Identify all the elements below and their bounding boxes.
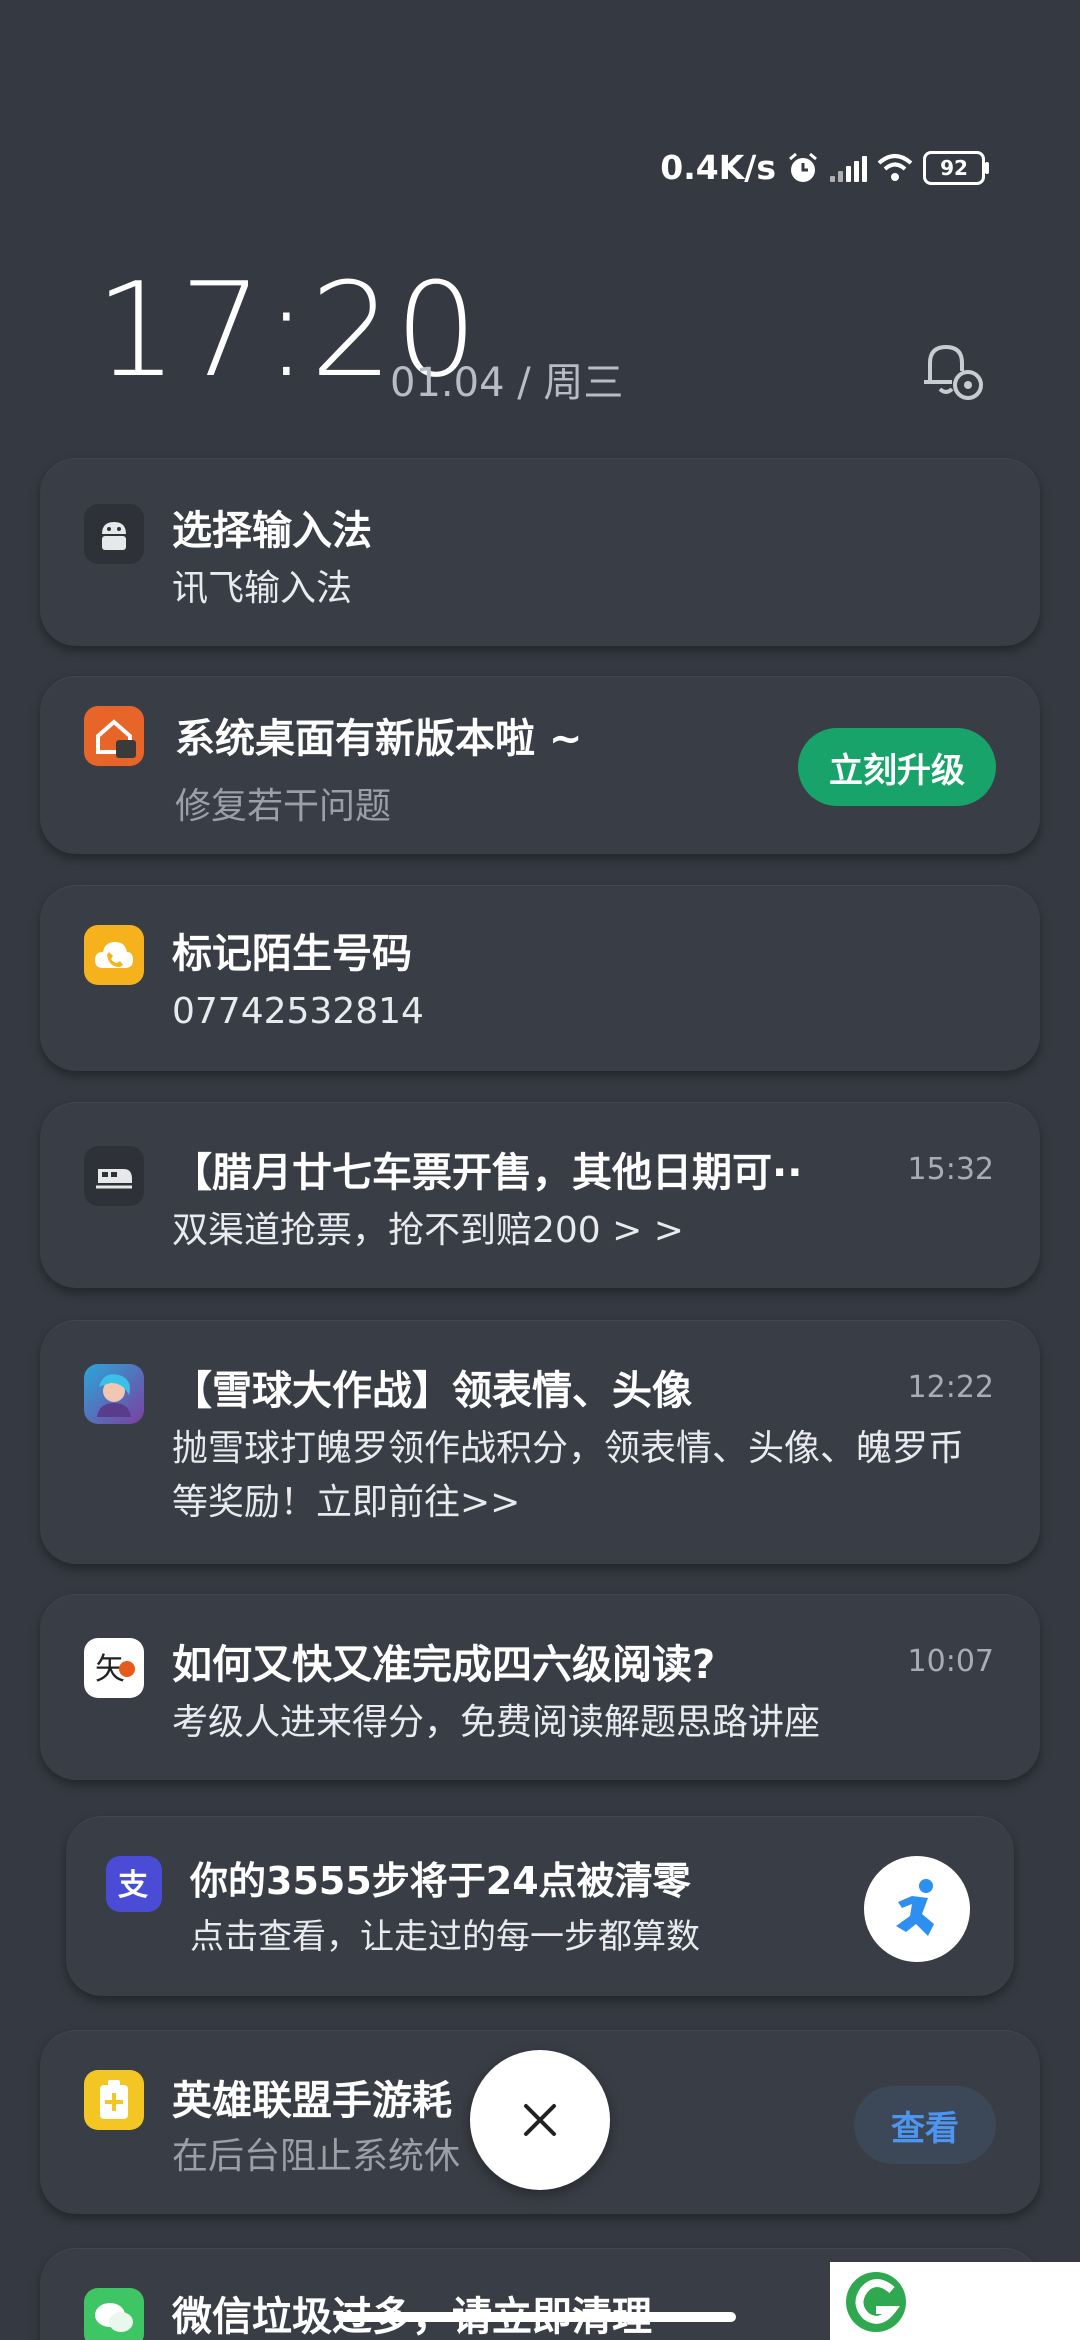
alarm-icon: [789, 152, 817, 182]
android-icon: [84, 504, 144, 564]
notification-card-mark-number[interactable]: 标记陌生号码 07742532814: [40, 885, 1040, 1071]
home-indicator[interactable]: [336, 2312, 736, 2322]
notification-card-alipay-steps[interactable]: 支 你的3555步将于24点被清零 点击查看，让走过的每一步都算数: [66, 1816, 1014, 1996]
battery-saver-icon: [84, 2070, 144, 2130]
signal-icon: [830, 154, 867, 182]
notification-title: 【雪球大作战】领表情、头像: [172, 1368, 692, 1414]
upgrade-now-button[interactable]: 立刻升级: [798, 728, 996, 806]
notification-card-train-ticket[interactable]: 【腊月廿七车票开售，其他日期可·· 15:32 双渠道抢票，抢不到赔200 > …: [40, 1102, 1040, 1288]
wechat-cleaner-icon: [84, 2288, 144, 2340]
notification-time: 12:22: [907, 1370, 994, 1405]
notification-title: 系统桌面有新版本啦 ~: [175, 716, 583, 762]
notification-card-snowball-game[interactable]: 【雪球大作战】领表情、头像 12:22 抛雪球打魄罗领作战积分，领表情、头像、魄…: [40, 1320, 1040, 1564]
alipay-icon: 支: [106, 1856, 162, 1912]
notification-body: 抛雪球打魄罗领作战积分，领表情、头像、魄罗币等奖励！立即前往>>: [172, 1428, 965, 1523]
notification-title: 标记陌生号码: [172, 931, 412, 977]
mi-home-icon: [84, 706, 144, 766]
notification-card-launcher-update[interactable]: 系统桌面有新版本啦 ~ 修复若干问题 立刻升级: [40, 676, 1040, 854]
svg-text:支: 支: [118, 1868, 148, 1903]
notification-title: 选择输入法: [172, 508, 372, 554]
status-bar: 0.4K/s 92: [660, 148, 989, 187]
notification-title: 英雄联盟手游耗: [172, 2078, 452, 2124]
wifi-icon: [877, 153, 913, 181]
battery-level: 92: [940, 155, 968, 180]
view-button[interactable]: 查看: [854, 2086, 996, 2164]
train-icon: [84, 1146, 144, 1206]
notification-card-cet-reading[interactable]: 矢 如何又快又准完成四六级阅读? 10:07 考级人进来得分，免费阅读解题思路讲…: [40, 1594, 1040, 1780]
notification-body: 双渠道抢票，抢不到赔200 > >: [172, 1210, 684, 1251]
notification-settings-icon[interactable]: [918, 335, 988, 405]
notification-body: 点击查看，让走过的每一步都算数: [190, 1917, 700, 1957]
running-man-icon: [864, 1856, 970, 1962]
close-icon: [524, 2104, 556, 2136]
watermark-logo: [830, 2262, 1080, 2340]
game-avatar-icon: [84, 1364, 144, 1424]
notification-body: 07742532814: [172, 991, 424, 1032]
clear-all-button[interactable]: [470, 2050, 610, 2190]
notification-body: 讯飞输入法: [172, 568, 353, 609]
battery-icon: 92: [923, 150, 989, 185]
notification-title: 如何又快又准完成四六级阅读?: [172, 1642, 716, 1688]
notification-shade: 0.4K/s 92 17:20 01.04 / 周三 选择输入法 讯飞输入法 系…: [0, 0, 1080, 2340]
notification-time: 15:32: [907, 1152, 994, 1187]
notification-body: 考级人进来得分，免费阅读解题思路讲座: [172, 1702, 821, 1743]
notification-title: 你的3555步将于24点被清零: [190, 1859, 691, 1903]
notification-time: 10:07: [907, 1644, 994, 1679]
phone-cloud-icon: [84, 925, 144, 985]
notification-card-input-method[interactable]: 选择输入法 讯飞输入法: [40, 458, 1040, 646]
notification-title: 【腊月廿七车票开售，其他日期可··: [172, 1150, 803, 1196]
network-speed: 0.4K/s: [660, 148, 776, 187]
zhihu-style-icon: 矢: [84, 1638, 144, 1698]
clock-date[interactable]: 01.04 / 周三: [390, 350, 623, 408]
